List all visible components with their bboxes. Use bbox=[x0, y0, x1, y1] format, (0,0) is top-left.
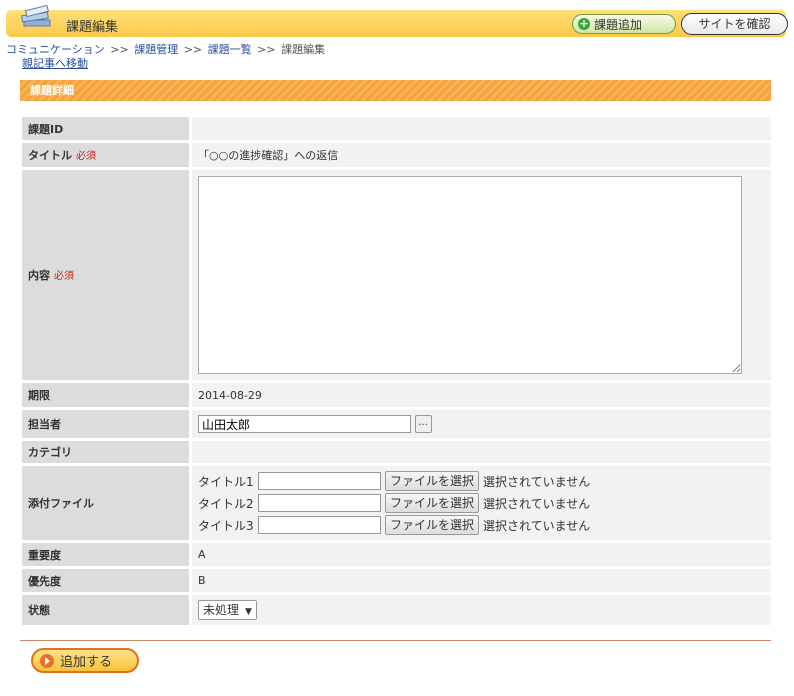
assignee-input[interactable] bbox=[198, 415, 411, 433]
choose-file-button-2[interactable]: ファイルを選択 bbox=[385, 493, 480, 513]
divider bbox=[20, 640, 771, 641]
no-file-status: 選択されていません bbox=[483, 518, 591, 533]
title-label-cell: タイトル 必須 bbox=[22, 143, 192, 167]
row-assignee: 担当者 ... bbox=[22, 410, 771, 438]
row-status: 状態 未処理 ▼ bbox=[22, 595, 771, 625]
parent-article-link[interactable]: 親記事へ移動 bbox=[22, 55, 88, 71]
row-task-id: 課題ID bbox=[22, 117, 771, 140]
category-value bbox=[192, 441, 771, 463]
view-site-button[interactable]: サイトを確認 bbox=[681, 13, 788, 35]
status-label: 状態 bbox=[22, 595, 192, 625]
add-task-label: 課題追加 bbox=[594, 17, 643, 32]
content-cell bbox=[192, 170, 771, 380]
assignee-cell: ... bbox=[192, 410, 771, 438]
plus-icon: + bbox=[578, 17, 590, 30]
title-label: タイトル bbox=[28, 149, 72, 162]
title-value: 「○○の進捗確認」への返信 bbox=[192, 143, 771, 167]
task-id-value bbox=[192, 117, 771, 140]
attachment-title-label: タイトル1 bbox=[198, 474, 254, 489]
breadcrumb-current: 課題編集 bbox=[281, 43, 326, 56]
breadcrumb-task-management[interactable]: 課題管理 bbox=[134, 43, 178, 56]
submit-label: 追加する bbox=[60, 655, 113, 670]
row-title: タイトル 必須 「○○の進捗確認」への返信 bbox=[22, 143, 771, 167]
choose-file-button-3[interactable]: ファイルを選択 bbox=[385, 515, 480, 535]
status-selected-value: 未処理 bbox=[203, 603, 240, 617]
no-file-status: 選択されていません bbox=[483, 496, 591, 511]
row-category: カテゴリ bbox=[22, 441, 771, 463]
priority-value: B bbox=[192, 569, 771, 592]
attachment-title-input-3[interactable] bbox=[258, 516, 381, 534]
attachment-row-1: タイトル1 ファイルを選択 選択されていません bbox=[198, 470, 765, 492]
row-priority: 優先度 B bbox=[22, 569, 771, 592]
attachment-row-3: タイトル3 ファイルを選択 選択されていません bbox=[198, 514, 765, 536]
assignee-label: 担当者 bbox=[22, 410, 192, 438]
play-arrow-icon bbox=[40, 653, 54, 668]
required-mark: 必須 bbox=[76, 151, 96, 162]
assignee-picker-button[interactable]: ... bbox=[414, 415, 432, 433]
status-select[interactable]: 未処理 ▼ bbox=[198, 600, 257, 620]
category-label: カテゴリ bbox=[22, 441, 192, 463]
page-header: 課題編集 + 課題追加 サイトを確認 bbox=[6, 4, 788, 37]
section-header: 課題詳細 bbox=[20, 80, 771, 101]
add-task-button[interactable]: + 課題追加 bbox=[572, 14, 676, 34]
row-deadline: 期限 2014-08-29 bbox=[22, 383, 771, 407]
page-title: 課題編集 bbox=[66, 20, 119, 35]
content-label: 内容 bbox=[28, 269, 50, 282]
no-file-status: 選択されていません bbox=[483, 474, 591, 489]
content-textarea[interactable] bbox=[198, 176, 742, 374]
choose-file-button-1[interactable]: ファイルを選択 bbox=[385, 471, 480, 491]
importance-value: A bbox=[192, 543, 771, 566]
row-importance: 重要度 A bbox=[22, 543, 771, 566]
attachment-title-label: タイトル3 bbox=[198, 518, 254, 533]
deadline-label: 期限 bbox=[22, 383, 192, 407]
submit-add-button[interactable]: 追加する bbox=[31, 648, 139, 673]
attachment-row-2: タイトル2 ファイルを選択 選択されていません bbox=[198, 492, 765, 514]
attachments-label: 添付ファイル bbox=[22, 466, 192, 540]
status-cell: 未処理 ▼ bbox=[192, 595, 771, 625]
attachment-title-input-1[interactable] bbox=[258, 472, 381, 490]
attachment-title-input-2[interactable] bbox=[258, 494, 381, 512]
task-id-label: 課題ID bbox=[22, 117, 192, 140]
row-attachments: 添付ファイル タイトル1 ファイルを選択 選択されていません タイトル2 ファイ… bbox=[22, 466, 771, 540]
breadcrumb-separator: >> bbox=[183, 43, 203, 56]
task-form-table: 課題ID タイトル 必須 「○○の進捗確認」への返信 内容 必須 期限 2014-0… bbox=[22, 114, 771, 628]
breadcrumb-separator: >> bbox=[257, 43, 276, 56]
document-stack-icon bbox=[21, 4, 51, 27]
required-mark: 必須 bbox=[54, 271, 74, 282]
deadline-value: 2014-08-29 bbox=[192, 383, 771, 407]
priority-label: 優先度 bbox=[22, 569, 192, 592]
breadcrumb-task-list[interactable]: 課題一覧 bbox=[208, 43, 252, 56]
attachment-title-label: タイトル2 bbox=[198, 496, 254, 511]
dropdown-arrow-icon: ▼ bbox=[245, 607, 252, 617]
row-content: 内容 必須 bbox=[22, 170, 771, 380]
content-label-cell: 内容 必須 bbox=[22, 170, 192, 380]
importance-label: 重要度 bbox=[22, 543, 192, 566]
attachments-cell: タイトル1 ファイルを選択 選択されていません タイトル2 ファイルを選択 選択… bbox=[192, 466, 771, 540]
breadcrumb-separator: >> bbox=[110, 43, 129, 56]
